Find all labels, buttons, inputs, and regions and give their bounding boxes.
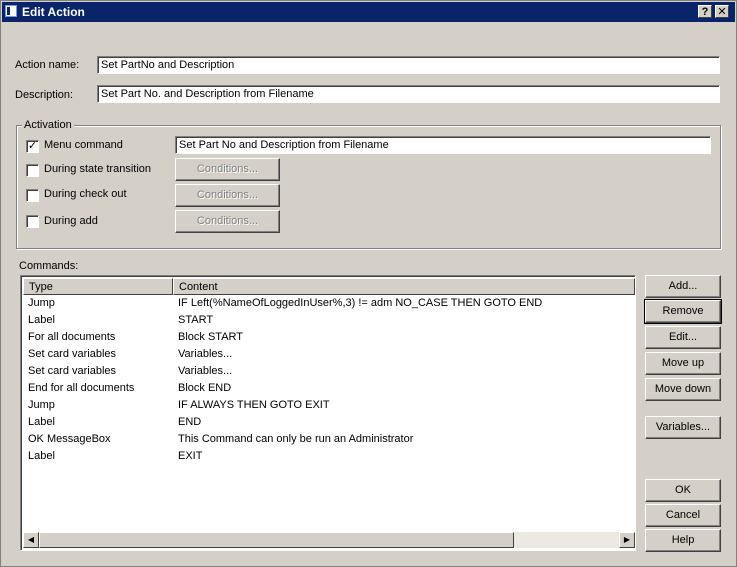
dialog-icon (5, 5, 17, 17)
row-content: IF Left(%NameOfLoggedInUser%,3) != adm N… (178, 297, 543, 309)
row-content: START (178, 314, 214, 326)
row-content: END (178, 416, 202, 428)
dialog-title: Edit Action (22, 5, 85, 19)
row-type: Set card variables (28, 348, 117, 360)
check-out-label: During check out (44, 188, 127, 200)
row-type: Label (28, 450, 55, 462)
menu-command-field[interactable]: Set Part No and Description from Filenam… (175, 136, 711, 154)
table-row[interactable]: Set card variables Variables... (23, 363, 635, 380)
cancel-button[interactable]: Cancel (645, 504, 721, 527)
ok-button[interactable]: OK (645, 479, 721, 502)
row-type: For all documents (28, 331, 116, 343)
menu-command-label: Menu command (44, 139, 123, 151)
scroll-right-icon[interactable]: ▶ (619, 532, 635, 548)
row-type: OK MessageBox (28, 433, 111, 445)
add-conditions-button[interactable]: Conditions... (175, 210, 280, 233)
row-type: Jump (28, 297, 55, 309)
state-transition-checkbox[interactable] (26, 164, 39, 177)
activation-group-title: Activation (22, 119, 74, 131)
commands-list-header: Type Content (23, 278, 635, 295)
horizontal-scrollbar[interactable]: ◀ ▶ (23, 532, 635, 548)
description-label: Description: (15, 89, 74, 101)
move-up-button[interactable]: Move up (645, 352, 721, 375)
table-row[interactable]: Set card variables Variables... (23, 346, 635, 363)
edit-button[interactable]: Edit... (645, 326, 721, 349)
table-row[interactable]: For all documents Block START (23, 329, 635, 346)
row-type: Set card variables (28, 365, 117, 377)
table-row[interactable]: Jump IF Left(%NameOfLoggedInUser%,3) != … (23, 295, 635, 312)
add-checkbox[interactable] (26, 215, 39, 228)
row-content: Variables... (178, 365, 233, 377)
table-row[interactable]: Label END (23, 414, 635, 431)
commands-label: Commands: (19, 260, 79, 272)
close-icon[interactable]: ✕ (715, 5, 729, 18)
table-row[interactable]: Label EXIT (23, 448, 635, 465)
table-row[interactable]: End for all documents Block END (23, 380, 635, 397)
remove-button[interactable]: Remove (644, 299, 722, 324)
row-content: Block START (178, 331, 243, 343)
table-row[interactable]: Label START (23, 312, 635, 329)
table-row[interactable]: OK MessageBox This Command can only be r… (23, 431, 635, 448)
commands-list[interactable]: Type Content Jump IF Left(%NameOfLoggedI… (20, 275, 636, 551)
title-bar[interactable]: Edit Action ? ✕ (2, 2, 735, 22)
description-field[interactable]: Set Part No. and Description from Filena… (97, 85, 720, 103)
row-type: Jump (28, 399, 55, 411)
action-name-field[interactable]: Set PartNo and Description (97, 56, 720, 74)
help-button[interactable]: Help (645, 529, 721, 552)
menu-command-checkbox[interactable]: ✓ (26, 140, 39, 153)
move-down-button[interactable]: Move down (645, 378, 721, 401)
check-out-conditions-button[interactable]: Conditions... (175, 184, 280, 207)
row-content: This Command can only be run an Administ… (178, 433, 414, 445)
row-type: Label (28, 416, 55, 428)
column-header-content[interactable]: Content (173, 278, 635, 295)
help-title-button[interactable]: ? (698, 5, 712, 18)
row-content: Block END (178, 382, 232, 394)
state-transition-conditions-button[interactable]: Conditions... (175, 158, 280, 181)
column-header-type[interactable]: Type (23, 278, 173, 295)
add-button[interactable]: Add... (645, 275, 721, 298)
edit-action-dialog: Edit Action ? ✕ Action name: Set PartNo … (0, 0, 737, 567)
variables-button[interactable]: Variables... (645, 416, 721, 439)
scrollbar-thumb[interactable] (39, 532, 514, 548)
check-out-checkbox[interactable] (26, 189, 39, 202)
row-type: Label (28, 314, 55, 326)
row-content: IF ALWAYS THEN GOTO EXIT (178, 399, 330, 411)
action-name-label: Action name: (15, 59, 80, 71)
row-type: End for all documents (28, 382, 135, 394)
table-row[interactable]: Jump IF ALWAYS THEN GOTO EXIT (23, 397, 635, 414)
add-label: During add (44, 215, 98, 227)
row-content: Variables... (178, 348, 233, 360)
row-content: EXIT (178, 450, 203, 462)
state-transition-label: During state transition (44, 163, 151, 175)
scroll-left-icon[interactable]: ◀ (23, 532, 39, 548)
